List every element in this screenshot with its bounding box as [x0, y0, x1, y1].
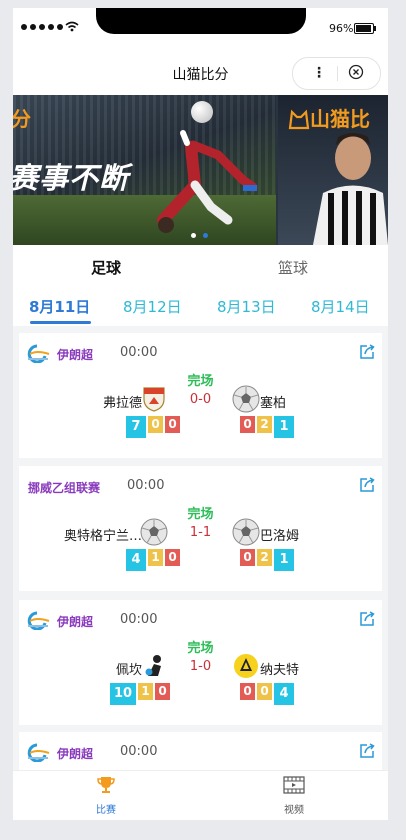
league-name: 伊朗超 [57, 615, 94, 629]
league-name: 挪威乙组联赛 [28, 481, 101, 495]
match-card[interactable]: 伊朗超 00:00 完场 佩坎 1-0 纳夫特 10 1 0 0 0 4 [19, 600, 382, 725]
stat-chip: 4 [126, 549, 146, 571]
tab-date-0812[interactable]: 8月12日 [123, 296, 182, 317]
match-time: 00:00 [120, 744, 158, 759]
match-score: 0-0 [189, 392, 212, 407]
away-team-football-icon [232, 518, 260, 546]
bicycle-kick-player-image [157, 130, 258, 233]
tab-date-0811[interactable]: 8月11日 [29, 296, 90, 317]
stat-chip: 7 [126, 416, 146, 438]
stat-chip: 1 [274, 416, 294, 438]
tab-football[interactable]: 足球 [91, 257, 121, 278]
close-icon[interactable] [348, 64, 364, 80]
stat-chip: 0 [165, 416, 180, 433]
carousel-dot[interactable] [191, 233, 196, 238]
signal-icon [21, 24, 63, 30]
away-stats: 0 2 1 [240, 549, 294, 571]
player-photo-image [313, 133, 388, 245]
match-status: 完场 [187, 641, 214, 656]
battery-icon [354, 23, 376, 34]
away-stats: 0 0 4 [240, 683, 294, 705]
home-stats: 10 1 0 [110, 683, 170, 705]
away-team: 纳夫特 [260, 663, 300, 678]
tab-date-0814[interactable]: 8月14日 [311, 296, 370, 317]
away-team: 塞柏 [260, 396, 287, 411]
status-bar: 96% [13, 8, 388, 52]
banner-slide[interactable]: 分 赛事不断 [13, 95, 276, 245]
battery-percentage: 96% [329, 22, 354, 35]
match-card[interactable]: 伊朗超 00:00 完场 弗拉德 0-0 塞柏 7 0 0 0 2 1 [19, 333, 382, 458]
league-name: 伊朗超 [57, 348, 94, 362]
stat-chip: 0 [240, 549, 255, 566]
share-icon[interactable] [358, 742, 376, 760]
more-menu-button[interactable]: ⋮ [312, 65, 326, 81]
home-stats: 7 0 0 [126, 416, 180, 438]
active-tab-indicator [30, 321, 91, 324]
tab-label: 视频 [284, 805, 304, 816]
match-status: 完场 [187, 507, 214, 522]
stat-chip: 0 [155, 683, 170, 700]
match-status: 完场 [187, 374, 214, 389]
match-time: 00:00 [127, 478, 165, 493]
banner-brand-text: 分 [13, 107, 31, 131]
capsule-divider [337, 66, 338, 81]
banner-slide-next[interactable]: 山猫比 [278, 95, 388, 245]
home-stats: 4 1 0 [126, 549, 180, 571]
tab-matches[interactable]: 比赛 [86, 775, 126, 816]
date-tabs: 8月11日 8月12日 8月13日 8月14日 [13, 288, 388, 326]
trophy-icon [97, 777, 115, 793]
carousel-dot[interactable] [203, 233, 208, 238]
stat-chip: 1 [148, 549, 163, 566]
away-stats: 0 2 1 [240, 416, 294, 438]
banner-carousel[interactable]: 分 赛事不断 山猫比 [13, 95, 388, 245]
carousel-indicators [191, 233, 208, 238]
away-team: 巴洛姆 [260, 529, 300, 544]
stat-chip: 2 [257, 416, 272, 433]
banner-slogan: 赛事不断 [13, 161, 130, 195]
stat-chip: 2 [257, 549, 272, 566]
match-score: 1-1 [189, 525, 212, 540]
match-card[interactable]: 挪威乙组联赛 00:00 完场 奥特格宁兰… 1-1 巴洛姆 4 1 0 0 2… [19, 466, 382, 591]
stat-chip: 1 [138, 683, 153, 700]
match-time: 00:00 [120, 345, 158, 360]
stat-chip: 0 [257, 683, 272, 700]
match-score: 1-0 [189, 659, 212, 674]
match-time: 00:00 [120, 612, 158, 627]
stat-chip: 0 [165, 549, 180, 566]
sport-tabs: 足球 篮球 [13, 245, 388, 288]
tab-label: 比赛 [96, 805, 116, 816]
stat-chip: 1 [274, 549, 294, 571]
persian-gulf-league-logo [27, 344, 50, 363]
video-icon [283, 776, 305, 794]
miniprogram-capsule: ⋮ [292, 57, 381, 90]
nav-bar: 山猫比分 ⋮ [13, 52, 388, 95]
app-screen: 96% 山猫比分 ⋮ 分 赛事不断 山猫比 足球 篮球 8月11日 8月12日 … [13, 8, 388, 820]
bottom-tab-bar: 比赛 视频 [13, 770, 388, 820]
persian-gulf-league-logo [27, 611, 50, 630]
share-icon[interactable] [358, 610, 376, 628]
tab-videos[interactable]: 视频 [274, 775, 314, 816]
stat-chip: 4 [274, 683, 294, 705]
tab-basketball[interactable]: 篮球 [278, 257, 308, 278]
persian-gulf-league-logo [27, 743, 50, 762]
share-icon[interactable] [358, 343, 376, 361]
wifi-icon [65, 21, 79, 32]
stat-chip: 0 [240, 683, 255, 700]
league-name: 伊朗超 [57, 747, 94, 761]
device-notch [96, 8, 306, 34]
stat-chip: 0 [240, 416, 255, 433]
football-icon [191, 101, 213, 123]
tab-date-0813[interactable]: 8月13日 [217, 296, 276, 317]
share-icon[interactable] [358, 476, 376, 494]
away-team-crest-icon [234, 654, 258, 678]
stat-chip: 0 [148, 416, 163, 433]
stat-chip: 10 [110, 683, 136, 705]
away-team-football-icon [232, 385, 260, 413]
